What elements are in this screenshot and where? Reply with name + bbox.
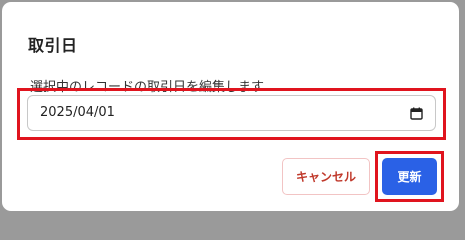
cancel-button[interactable]: キャンセル <box>282 158 370 195</box>
update-button[interactable]: 更新 <box>382 158 437 195</box>
date-input[interactable]: 2025/04/01 <box>27 95 436 131</box>
date-value: 2025/04/01 <box>40 105 115 120</box>
dialog-title: 取引日 <box>28 36 78 55</box>
calendar-icon[interactable] <box>410 107 423 120</box>
